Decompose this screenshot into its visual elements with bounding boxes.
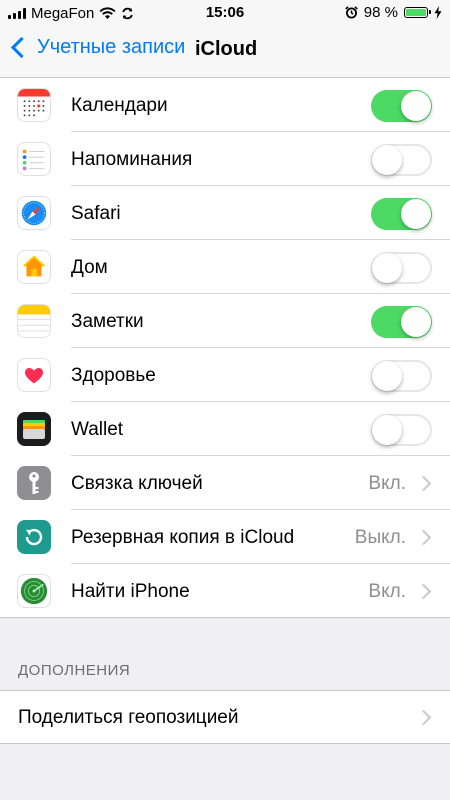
charging-bolt-icon xyxy=(434,6,442,19)
row-label: Здоровье xyxy=(71,365,156,386)
share-location-row[interactable]: Поделиться геопозицией xyxy=(0,690,450,744)
back-button[interactable]: Учетные записи xyxy=(10,36,185,59)
navigation-bar: Учетные записи iCloud xyxy=(0,26,450,78)
row-reminders: Напоминания xyxy=(0,132,450,186)
calendar-icon xyxy=(17,88,51,122)
wallet-toggle[interactable] xyxy=(371,414,432,446)
toggle-knob xyxy=(372,253,402,283)
battery-percent: 98 % xyxy=(363,4,398,21)
icloud-apps-list: Календари Напоминания Safari Дом Заметки… xyxy=(0,78,450,618)
chevron-right-icon xyxy=(415,583,432,600)
back-button-label: Учетные записи xyxy=(37,36,186,58)
row-label: Найти iPhone xyxy=(71,581,190,602)
row-health: Здоровье xyxy=(0,348,450,402)
home-toggle[interactable] xyxy=(371,252,432,284)
row-home: Дом xyxy=(0,240,450,294)
toggle-knob xyxy=(372,415,402,445)
toggle-knob xyxy=(372,361,402,391)
wallet-icon xyxy=(17,412,51,446)
status-bar-right: 98 % xyxy=(345,4,442,21)
keychain-status: Вкл. xyxy=(368,473,406,494)
keychain-key-icon xyxy=(17,466,51,500)
backup-status: Выкл. xyxy=(354,527,406,548)
toggle-knob xyxy=(401,91,431,121)
chevron-right-icon xyxy=(415,475,432,492)
row-label: Дом xyxy=(71,257,108,278)
find-iphone-radar-icon xyxy=(17,574,51,608)
row-icloud-backup[interactable]: Резервная копия в iCloud Выкл. xyxy=(0,510,450,564)
row-label: Wallet xyxy=(71,419,124,440)
row-find-iphone[interactable]: Найти iPhone Вкл. xyxy=(0,564,450,618)
row-notes: Заметки xyxy=(0,294,450,348)
health-toggle[interactable] xyxy=(371,360,432,392)
chevron-right-icon xyxy=(415,529,432,546)
row-calendars: Календари xyxy=(0,78,450,132)
safari-compass-icon xyxy=(17,196,51,230)
battery-icon xyxy=(404,7,431,18)
find-iphone-status: Вкл. xyxy=(368,581,406,602)
chevron-right-icon xyxy=(415,709,432,726)
safari-toggle[interactable] xyxy=(371,198,432,230)
health-heart-icon xyxy=(17,358,51,392)
row-wallet: Wallet xyxy=(0,402,450,456)
home-icon xyxy=(17,250,51,284)
section-header-addons: ДОПОЛНЕНИЯ xyxy=(18,662,131,679)
calendars-toggle[interactable] xyxy=(371,90,432,122)
row-safari: Safari xyxy=(0,186,450,240)
notes-icon xyxy=(17,304,51,338)
status-bar: MegaFon 15:06 98 % xyxy=(0,0,450,26)
row-label: Safari xyxy=(71,203,121,224)
row-keychain[interactable]: Связка ключей Вкл. xyxy=(0,456,450,510)
row-label: Связка ключей xyxy=(71,473,203,494)
notes-toggle[interactable] xyxy=(371,306,432,338)
page-title: iCloud xyxy=(195,38,258,60)
row-label: Календари xyxy=(71,95,168,116)
row-label: Напоминания xyxy=(71,149,193,170)
row-label: Заметки xyxy=(71,311,144,332)
alarm-clock-icon xyxy=(345,6,358,19)
toggle-knob xyxy=(401,199,431,229)
row-label: Резервная копия в iCloud xyxy=(71,527,295,548)
toggle-knob xyxy=(401,307,431,337)
reminders-toggle[interactable] xyxy=(371,144,432,176)
backup-icon xyxy=(17,520,51,554)
reminders-icon xyxy=(17,142,51,176)
toggle-knob xyxy=(372,145,402,175)
row-label: Поделиться геопозицией xyxy=(18,707,239,728)
chevron-left-icon xyxy=(10,36,33,59)
